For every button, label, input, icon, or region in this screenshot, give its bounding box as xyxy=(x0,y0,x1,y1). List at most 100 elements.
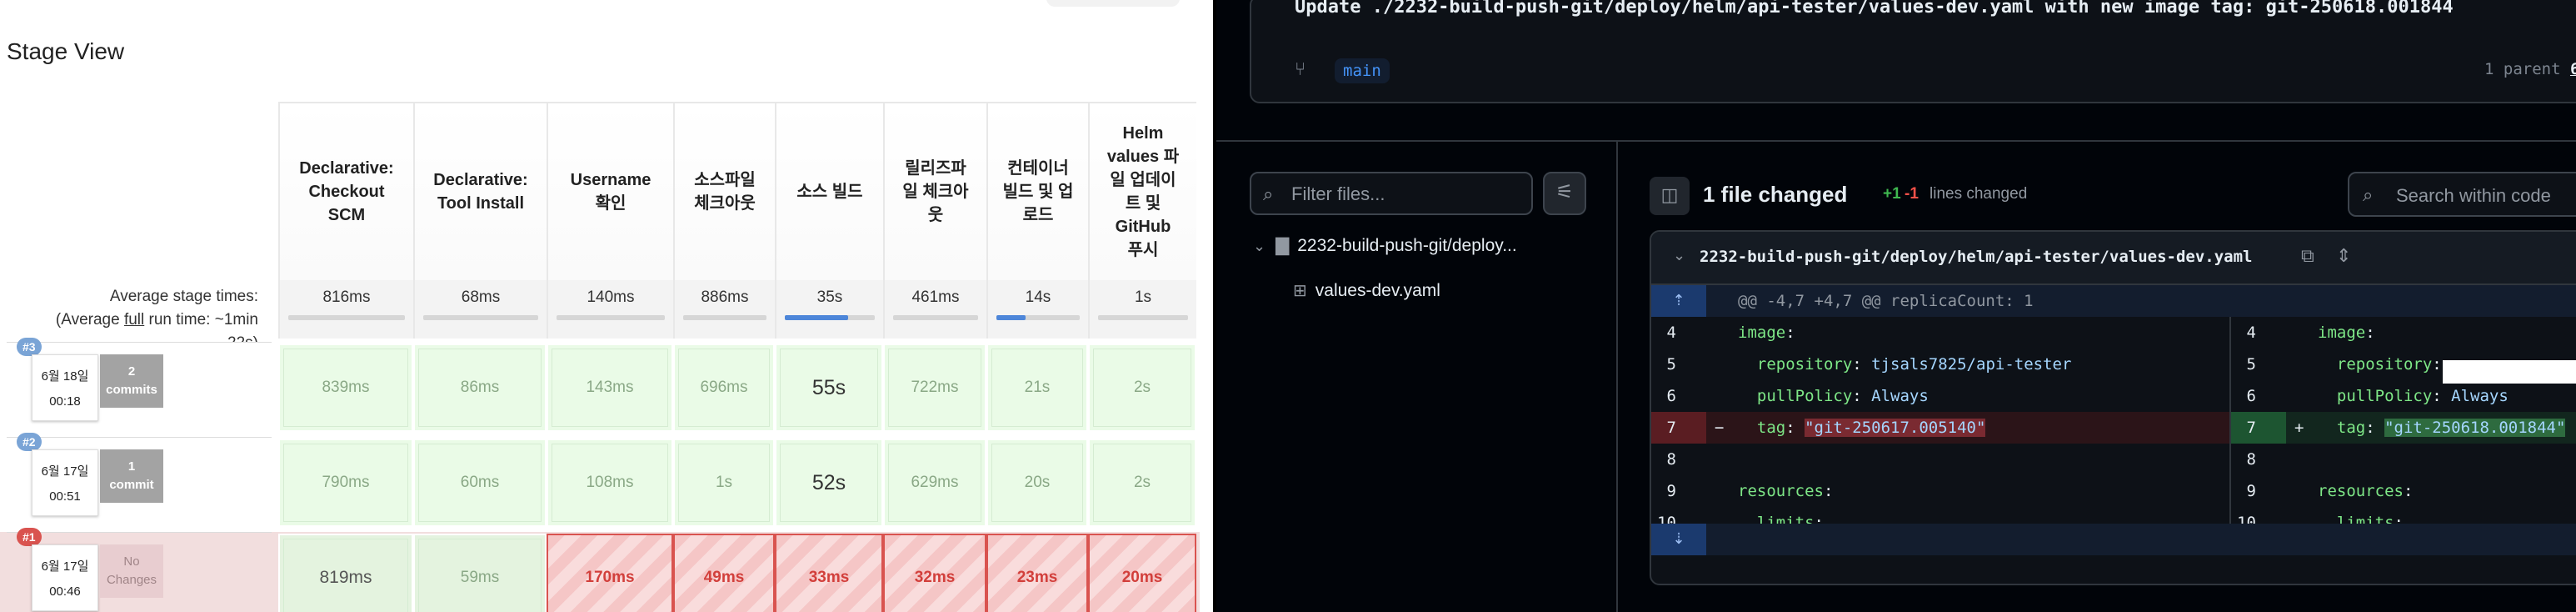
diff-file-path[interactable]: 2232-build-push-git/deploy/helm/api-test… xyxy=(1700,248,2252,266)
filter-files-field[interactable]: ⌕ xyxy=(1250,172,1533,215)
avg-stage-time-cell: 35s xyxy=(775,280,883,339)
stage-cell-failed[interactable]: 32ms xyxy=(883,534,986,612)
stage-cell-success[interactable]: 21s xyxy=(986,344,1088,432)
stage-cell-success[interactable]: 55s xyxy=(775,344,883,432)
yaml-key: resources xyxy=(2318,482,2404,500)
additions-count: +1 xyxy=(1883,185,1901,203)
search-within-code-field[interactable]: ⌕ xyxy=(2348,172,2576,217)
code-line: tag: "git-250618.001844" xyxy=(2318,412,2566,444)
avg-progress-bar xyxy=(557,315,665,320)
stage-cell-success[interactable]: 722ms xyxy=(883,344,986,432)
stage-cell-success[interactable]: 143ms xyxy=(547,344,673,432)
stage-header-text: 확인 xyxy=(595,194,627,213)
code-line: pullPolicy: Always xyxy=(2318,380,2509,412)
git-branch-icon: ⑂ xyxy=(1295,58,1306,79)
stage-header-text: 체크아웃 xyxy=(694,194,756,213)
changes-text: Changes xyxy=(106,573,157,587)
line-number[interactable]: 5 xyxy=(1651,349,1706,380)
avg-progress-bar xyxy=(996,315,1080,320)
stage-cell-success[interactable]: 108ms xyxy=(547,439,673,527)
stage-cell-success[interactable]: 2s xyxy=(1088,344,1196,432)
yaml-key: image xyxy=(2318,324,2366,342)
build-date-card: 6월 17일 00:51 xyxy=(32,449,98,516)
search-icon: ⌕ xyxy=(1263,183,1274,204)
filter-settings-button[interactable]: ⚟ xyxy=(1543,172,1586,215)
stage-header-6: 릴리즈파 일 체크아 웃 xyxy=(883,102,986,280)
line-number[interactable]: 6 xyxy=(2231,380,2286,412)
stage-cell-success[interactable]: 20s xyxy=(986,439,1088,527)
stage-cell-success[interactable]: 696ms xyxy=(673,344,775,432)
stage-cell-success[interactable]: 59ms xyxy=(413,534,547,612)
parent-label: 1 parent xyxy=(2484,60,2570,78)
stage-cell-failed[interactable]: 49ms xyxy=(673,534,775,612)
yaml-colon: : xyxy=(1785,324,1805,342)
file-tree-folder[interactable]: ⌄ ▇ 2232-build-push-git/deploy... xyxy=(1253,235,1517,256)
line-number[interactable]: 8 xyxy=(1651,444,1706,475)
search-within-code-input[interactable] xyxy=(2396,183,2576,208)
stage-duration: 839ms xyxy=(322,379,370,396)
full-run-link[interactable]: full xyxy=(124,311,144,329)
stage-cell-success[interactable]: 819ms xyxy=(278,534,413,612)
line-number[interactable]: 4 xyxy=(2231,317,2286,349)
build-run-info[interactable]: #2 6월 17일 00:51 1 commit xyxy=(7,433,272,529)
branch-label[interactable]: main xyxy=(1335,58,1390,83)
expand-down-button[interactable]: ⇣ xyxy=(1651,524,1706,555)
line-number[interactable]: 6 xyxy=(1651,380,1706,412)
build-run-info[interactable]: #1 6월 17일 00:46 No Changes xyxy=(7,528,272,612)
build-run-info[interactable]: #3 6월 18일 00:18 2 commits xyxy=(7,338,272,434)
expand-all-icon[interactable]: ⇕ xyxy=(2336,245,2351,267)
stage-cell-success[interactable]: 86ms xyxy=(413,344,547,432)
stage-duration: 33ms xyxy=(808,569,850,586)
expand-up-button[interactable]: ⇡ xyxy=(1651,285,1706,317)
stage-cell-failed[interactable]: 33ms xyxy=(775,534,883,612)
commits-card[interactable]: 1 commit xyxy=(100,449,163,503)
line-number[interactable]: 9 xyxy=(1651,475,1706,507)
commits-card[interactable]: 2 commits xyxy=(100,354,163,408)
parent-sha-link[interactable]: 6318 xyxy=(2570,60,2576,78)
changes-text: No xyxy=(123,554,140,569)
yaml-key: pullPolicy xyxy=(1738,387,1853,405)
yaml-value: tjsals7825/api-tester xyxy=(1871,355,2072,374)
line-number[interactable]: 4 xyxy=(1651,317,1706,349)
folder-name: 2232-build-push-git/deploy... xyxy=(1297,236,1517,255)
file-tree-file[interactable]: ⊞ values-dev.yaml xyxy=(1293,280,1440,301)
stage-duration: 1s xyxy=(715,474,733,491)
yaml-colon: : xyxy=(2432,387,2452,405)
line-number[interactable]: 8 xyxy=(2231,444,2286,475)
copy-icon[interactable]: ⧉ xyxy=(2301,245,2314,267)
stage-cell-failed[interactable]: 23ms xyxy=(986,534,1088,612)
chevron-down-icon[interactable]: ⌄ xyxy=(1673,247,1685,264)
stage-cell-success[interactable]: 2s xyxy=(1088,439,1196,527)
stage-cell-success[interactable]: 839ms xyxy=(278,344,413,432)
line-number[interactable]: 9 xyxy=(2231,475,2286,507)
stage-cell-failed[interactable]: 170ms xyxy=(547,534,673,612)
changes-text: commit xyxy=(109,478,154,492)
avg-progress-fill xyxy=(996,315,1026,320)
line-number[interactable]: 7 xyxy=(2231,412,2286,444)
chevron-down-icon: ⌄ xyxy=(1253,238,1266,254)
code-line: pullPolicy: Always xyxy=(1738,380,1929,412)
build-number-badge[interactable]: #3 xyxy=(17,338,42,356)
toggle-file-tree-button[interactable]: ◫ xyxy=(1650,177,1690,215)
filter-files-input[interactable] xyxy=(1291,182,1525,207)
line-number[interactable]: 7 xyxy=(1651,412,1706,444)
yaml-key: repository xyxy=(2318,355,2433,374)
stage-duration: 696ms xyxy=(700,379,748,396)
build-number-badge[interactable]: #1 xyxy=(17,528,42,546)
stage-cell-success[interactable]: 1s xyxy=(673,439,775,527)
build-date: 6월 17일 xyxy=(41,464,89,479)
stage-cell-success[interactable]: 60ms xyxy=(413,439,547,527)
redacted-value xyxy=(2443,360,2576,384)
expand-down-icon: ⇣ xyxy=(1672,530,1685,547)
top-toolbar-button[interactable] xyxy=(1046,0,1180,7)
stage-cell-success[interactable]: 52s xyxy=(775,439,883,527)
stage-view-title: Stage View xyxy=(7,38,125,64)
build-number-badge[interactable]: #2 xyxy=(17,433,42,451)
code-line: resources: xyxy=(1738,475,1843,507)
line-number[interactable]: 5 xyxy=(2231,349,2286,380)
stage-header-text: Tool Install xyxy=(437,194,525,213)
avg-stage-time: 140ms xyxy=(587,288,635,306)
stage-cell-success[interactable]: 790ms xyxy=(278,439,413,527)
stage-cell-success[interactable]: 629ms xyxy=(883,439,986,527)
stage-cell-failed[interactable]: 20ms xyxy=(1088,534,1196,612)
